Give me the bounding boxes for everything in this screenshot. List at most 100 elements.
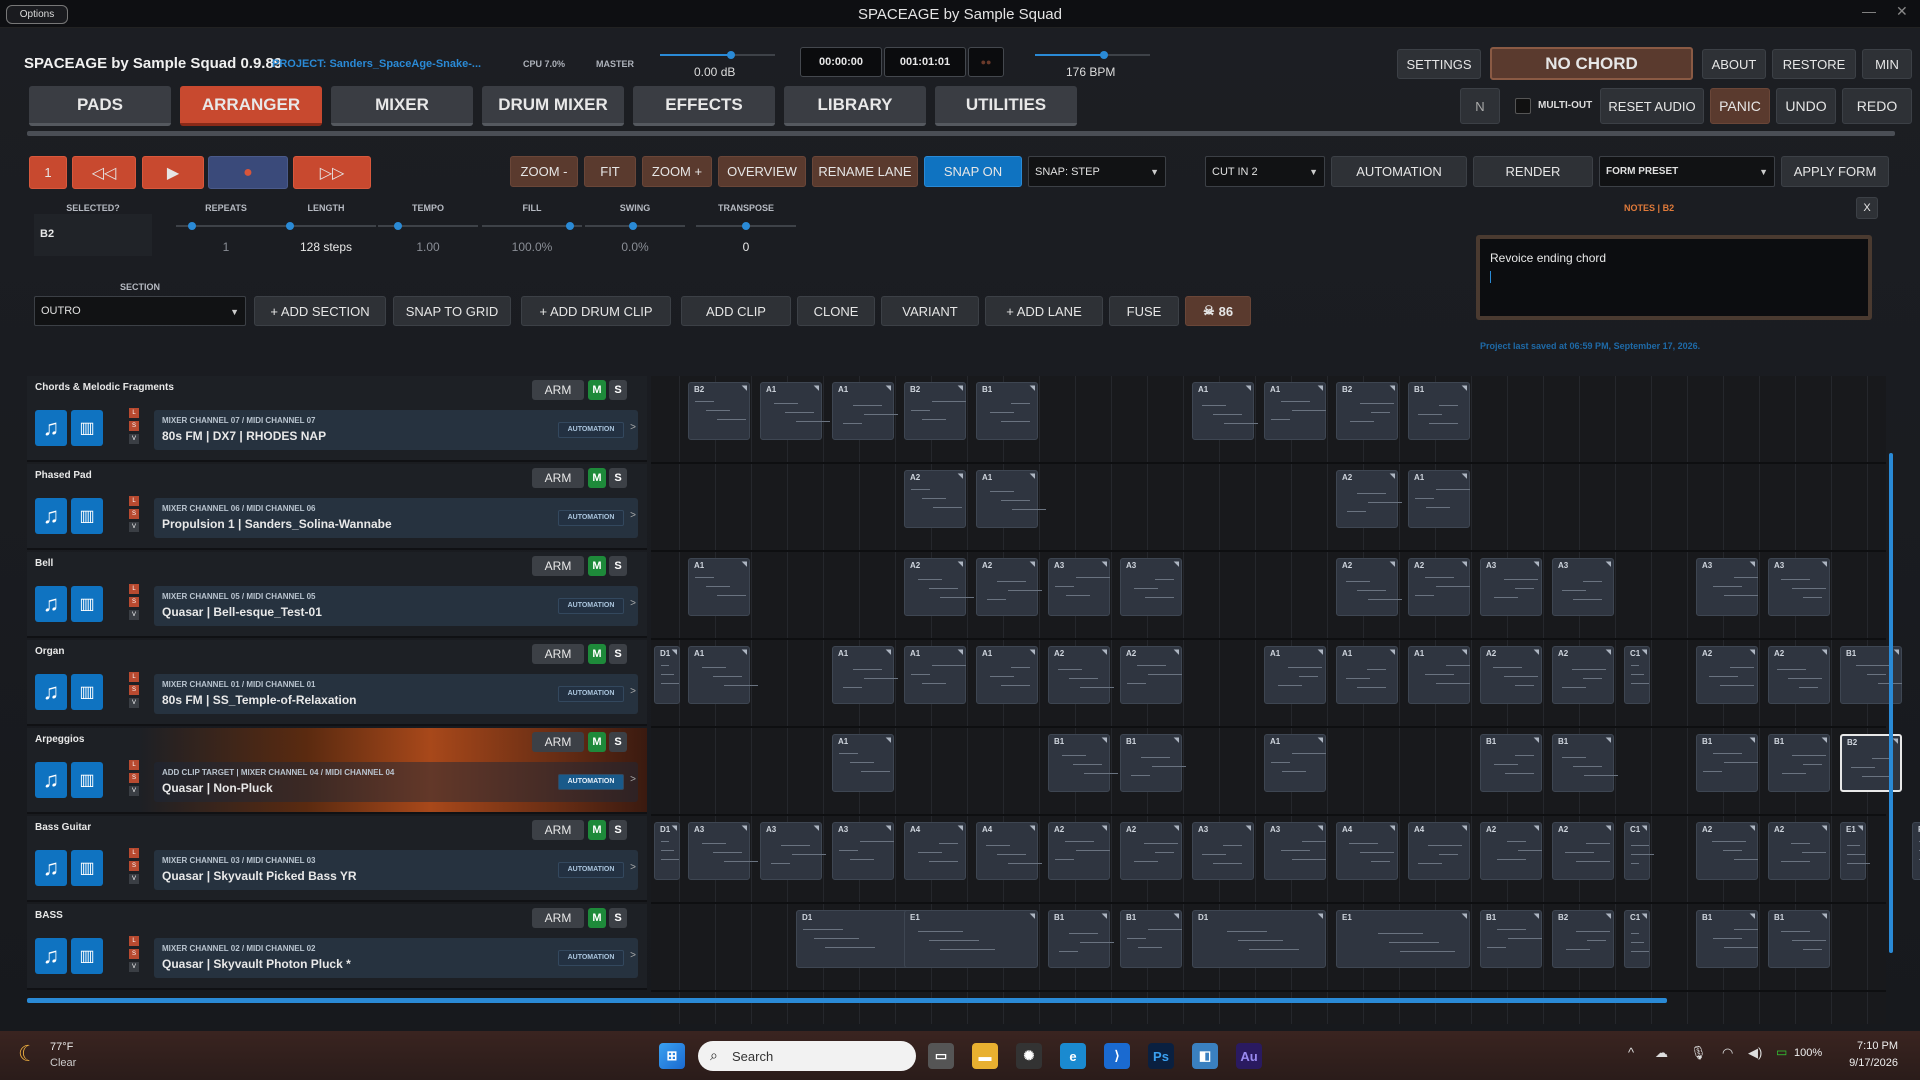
clip[interactable]: A3 ◥ xyxy=(1192,822,1254,880)
more-button[interactable]: > xyxy=(630,862,636,873)
play-button[interactable]: ▶ xyxy=(142,156,204,189)
more-button[interactable]: > xyxy=(630,686,636,697)
clip[interactable]: A4 ◥ xyxy=(1408,822,1470,880)
tab-library[interactable]: LIBRARY xyxy=(784,86,926,126)
multi-out-checkbox[interactable] xyxy=(1515,98,1531,114)
lane-s-button[interactable]: S xyxy=(129,773,139,783)
lane-automation-button[interactable]: AUTOMATION xyxy=(558,510,624,526)
clip[interactable]: A1 ◥ xyxy=(1192,382,1258,440)
transpose-slider[interactable] xyxy=(696,222,796,230)
tempo-knob[interactable] xyxy=(394,222,402,230)
add-section-button[interactable]: + ADD SECTION xyxy=(254,296,386,326)
clip[interactable]: B2 ◥ xyxy=(904,382,966,440)
rename-lane-button[interactable]: RENAME LANE xyxy=(812,156,918,187)
clip[interactable]: A2 ◥ xyxy=(1120,646,1182,704)
lane-v-button[interactable]: V xyxy=(129,698,139,708)
lane-s-button[interactable]: S xyxy=(129,421,139,431)
solo-button[interactable]: S xyxy=(609,732,627,752)
spaceage-app-icon[interactable]: ◧ xyxy=(1192,1043,1218,1069)
lane-s-button[interactable]: S xyxy=(129,861,139,871)
clip[interactable]: B1 ◥ xyxy=(1480,910,1542,968)
clip[interactable]: B1 ◥ xyxy=(1120,910,1182,968)
arm-button[interactable]: ARM xyxy=(532,908,584,928)
snap-select[interactable]: SNAP: STEP ▼ xyxy=(1028,156,1166,187)
solo-button[interactable]: S xyxy=(609,380,627,400)
clip[interactable]: A3 ◥ xyxy=(1264,822,1326,880)
lane-v-button[interactable]: V xyxy=(129,962,139,972)
render-button[interactable]: RENDER xyxy=(1473,156,1593,187)
lane-header[interactable]: Arpeggios ARM M S ♫ ▥ L S V ADD CLIP TARGET | MIX… xyxy=(27,728,647,814)
lane-v-button[interactable]: V xyxy=(129,786,139,796)
clip[interactable]: A1 ◥ xyxy=(1336,646,1398,704)
clip[interactable]: A4 ◥ xyxy=(1336,822,1398,880)
tab-drum-mixer[interactable]: DRUM MIXER xyxy=(482,86,624,126)
clip[interactable]: A2 ◥ xyxy=(1768,822,1830,880)
solo-button[interactable]: S xyxy=(609,908,627,928)
lane-s-button[interactable]: S xyxy=(129,685,139,695)
clip[interactable]: E1 ◥ xyxy=(1840,822,1870,880)
notes-textarea[interactable]: Revoice ending chord xyxy=(1476,235,1872,320)
piano-keys-icon[interactable]: ▥ xyxy=(71,938,103,974)
reset-audio-button[interactable]: RESET AUDIO xyxy=(1600,88,1704,124)
audition-icon[interactable]: Au xyxy=(1236,1043,1262,1069)
cloud-icon[interactable]: ☁ xyxy=(1655,1045,1668,1061)
volume-icon[interactable]: ◀) xyxy=(1748,1045,1762,1061)
restore-button[interactable]: RESTORE xyxy=(1772,49,1856,79)
clip[interactable]: B1 ◥ xyxy=(1696,734,1758,792)
form-preset-select[interactable]: FORM PRESET ▼ xyxy=(1599,156,1775,187)
repeats-knob[interactable] xyxy=(188,222,196,230)
clip[interactable]: F1◥ xyxy=(1912,822,1920,880)
lane-automation-button[interactable]: AUTOMATION xyxy=(558,950,624,966)
clip[interactable]: A1 ◥ xyxy=(760,382,830,440)
mic-icon[interactable]: 🎙 xyxy=(1690,1045,1707,1061)
clip[interactable]: D1◥ xyxy=(1192,910,1326,968)
fast-forward-button[interactable]: ▷▷ xyxy=(293,156,371,189)
chatgpt-icon[interactable]: ✺ xyxy=(1016,1043,1042,1069)
redo-button[interactable]: REDO xyxy=(1842,88,1912,124)
arm-button[interactable]: ARM xyxy=(532,644,584,664)
clip[interactable]: A1 ◥ xyxy=(1264,646,1326,704)
tab-utilities[interactable]: UTILITIES xyxy=(935,86,1077,126)
length-slider[interactable] xyxy=(276,222,376,230)
clip[interactable]: A3 ◥ xyxy=(1480,558,1542,616)
snap-to-grid-button[interactable]: SNAP TO GRID xyxy=(393,296,511,326)
edge-icon[interactable]: e xyxy=(1060,1043,1086,1069)
tab-mixer[interactable]: MIXER xyxy=(331,86,473,126)
arm-button[interactable]: ARM xyxy=(532,468,584,488)
repeats-slider[interactable] xyxy=(176,222,276,230)
piano-keys-icon[interactable]: ▥ xyxy=(71,498,103,534)
skull-count-button[interactable]: ☠ 86 xyxy=(1185,296,1251,326)
arm-button[interactable]: ARM xyxy=(532,732,584,752)
clip[interactable]: A1 ◥ xyxy=(688,558,750,616)
lane-s-button[interactable]: S xyxy=(129,597,139,607)
record-button[interactable]: ● xyxy=(208,156,288,189)
clip[interactable]: A2 ◥ xyxy=(1408,558,1470,616)
swing-slider[interactable] xyxy=(585,222,685,230)
clip[interactable]: B1 ◥ xyxy=(1552,734,1618,792)
clip[interactable]: A1 ◥ xyxy=(832,734,894,792)
add-clip-button[interactable]: ADD CLIP xyxy=(681,296,791,326)
lane-l-button[interactable]: L xyxy=(129,936,139,946)
clip[interactable]: D1◥ xyxy=(654,646,680,704)
clip[interactable]: A1 ◥ xyxy=(1264,734,1326,792)
snap-on-button[interactable]: SNAP ON xyxy=(924,156,1022,187)
clip[interactable]: A1 ◥ xyxy=(904,646,966,704)
close-icon[interactable]: ✕ xyxy=(1896,3,1908,20)
automation-button[interactable]: AUTOMATION xyxy=(1331,156,1467,187)
clip[interactable]: B2 ◥ xyxy=(688,382,750,440)
clip[interactable]: A1 ◥ xyxy=(832,646,898,704)
mute-button[interactable]: M xyxy=(588,644,606,664)
mute-button[interactable]: M xyxy=(588,556,606,576)
solo-button[interactable]: S xyxy=(609,468,627,488)
clip[interactable]: A1 ◥ xyxy=(976,646,1038,704)
clip[interactable]: A1 ◥ xyxy=(688,646,758,704)
chord-display[interactable]: NO CHORD xyxy=(1490,47,1693,80)
lane-s-button[interactable]: S xyxy=(129,949,139,959)
music-note-icon[interactable]: ♫ xyxy=(35,410,67,446)
bpm-knob[interactable] xyxy=(1100,51,1108,59)
arranger-grid[interactable]: B2 ◥ A1 ◥ A1 ◥ B2 ◥ B1 ◥ A1 ◥ A1 ◥ B2 ◥ B1 ◥ A2 ◥ A1 ◥ A2 ◥ A1 ◥ A… xyxy=(651,376,1920,1024)
master-knob[interactable] xyxy=(727,51,736,59)
file-explorer-icon[interactable]: ▬ xyxy=(972,1043,998,1069)
lane-l-button[interactable]: L xyxy=(129,848,139,858)
tab-arranger[interactable]: ARRANGER xyxy=(180,86,322,126)
